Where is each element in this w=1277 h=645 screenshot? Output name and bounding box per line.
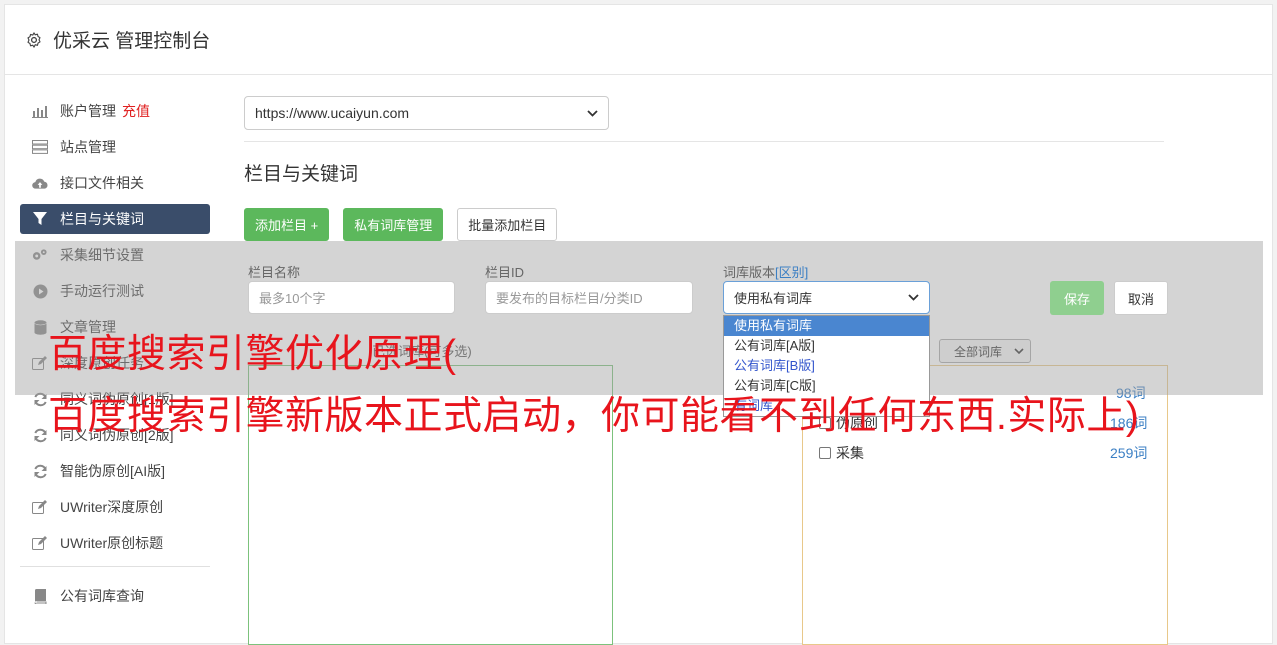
sidebar-item-account[interactable]: 账户管理 充值	[20, 96, 210, 126]
chevron-down-icon	[587, 109, 598, 117]
sidebar-item-label: UWriter深度原创	[60, 499, 164, 515]
edit-icon	[32, 499, 48, 515]
chevron-down-icon	[908, 294, 919, 301]
sidebar-divider	[20, 566, 210, 567]
sidebar-item-label: 公有词库查询	[60, 588, 144, 604]
add-column-button[interactable]: 添加栏目 +	[244, 208, 330, 241]
refresh-icon	[32, 463, 48, 479]
sidebar-item-label: UWriter原创标题	[60, 535, 164, 551]
save-button[interactable]: 保存	[1050, 281, 1104, 315]
watermark-line-1: 百度搜索引擎优化原理(	[48, 333, 457, 376]
dropdown-option[interactable]: 使用私有词库	[724, 316, 929, 336]
edit-icon	[32, 535, 48, 551]
column-name-label: 栏目名称	[248, 265, 301, 280]
recharge-link[interactable]: 充值	[122, 101, 150, 121]
private-lib-button[interactable]: 私有词库管理	[343, 208, 444, 241]
book-icon	[32, 588, 48, 604]
lib-version-select[interactable]: 使用私有词库	[723, 281, 930, 314]
batch-add-button[interactable]: 批量添加栏目	[457, 208, 558, 241]
column-id-label: 栏目ID	[485, 265, 525, 280]
filter-icon	[32, 211, 48, 227]
lib-version-label-text: 词库版本	[723, 265, 776, 280]
dropdown-option[interactable]: 公有词库[A版]	[724, 336, 929, 356]
site-select[interactable]: https://www.ucaiyun.com	[244, 96, 609, 130]
page-header: 优采云 管理控制台	[5, 5, 1272, 75]
cloud-upload-icon	[32, 175, 48, 191]
gear-icon	[27, 31, 41, 48]
bar-chart-icon	[32, 103, 48, 119]
lib-item-name: 采集	[836, 445, 864, 461]
site-select-value: https://www.ucaiyun.com	[255, 105, 410, 121]
sidebar-item-label: 站点管理	[60, 139, 116, 155]
watermark-line-2: 百度搜索引擎新版本正式启动，你可能看不到任何东西.实际上)	[48, 395, 1140, 438]
lib-version-label: 词库版本[区别]	[723, 262, 808, 281]
column-name-input[interactable]: 最多10个字	[248, 281, 455, 314]
column-id-input[interactable]: 要发布的目标栏目/分类ID	[485, 281, 693, 314]
sidebar-item-label: 智能伪原创[AI版]	[60, 463, 166, 479]
refresh-icon	[32, 427, 48, 443]
lib-count: 259词	[1110, 445, 1148, 461]
dropdown-option[interactable]: 公有词库[B版]	[724, 356, 929, 376]
sidebar-item-uwriter-title[interactable]: UWriter原创标题	[20, 528, 210, 558]
page-title: 优采云 管理控制台	[53, 31, 211, 52]
sidebar-item-uwriter-deep[interactable]: UWriter深度原创	[20, 492, 210, 522]
section-title: 栏目与关键词	[244, 164, 359, 185]
sidebar-item-interface[interactable]: 接口文件相关	[20, 168, 210, 198]
server-icon	[32, 139, 48, 155]
sidebar-item-columns[interactable]: 栏目与关键词	[20, 204, 210, 234]
sidebar-item-sites[interactable]: 站点管理	[20, 132, 210, 162]
difference-link[interactable]: [区别]	[775, 265, 808, 280]
sidebar-item-label: 账户管理	[60, 103, 116, 119]
divider	[244, 141, 1164, 142]
lib-item[interactable]: 采集	[819, 443, 864, 463]
main-panel: https://www.ucaiyun.com 栏目与关键词 添加栏目 + 私有…	[244, 96, 1164, 241]
sidebar-item-ai-rewrite[interactable]: 智能伪原创[AI版]	[20, 456, 210, 486]
sidebar-item-label: 接口文件相关	[60, 175, 144, 191]
action-buttons: 添加栏目 + 私有词库管理 批量添加栏目	[244, 208, 1164, 241]
sidebar-item-label: 栏目与关键词	[60, 211, 144, 227]
cancel-button[interactable]: 取消	[1114, 281, 1168, 315]
checkbox[interactable]	[819, 447, 831, 459]
sidebar-item-public-lib[interactable]: 公有词库查询	[20, 581, 210, 611]
lib-version-value: 使用私有词库	[734, 291, 813, 306]
